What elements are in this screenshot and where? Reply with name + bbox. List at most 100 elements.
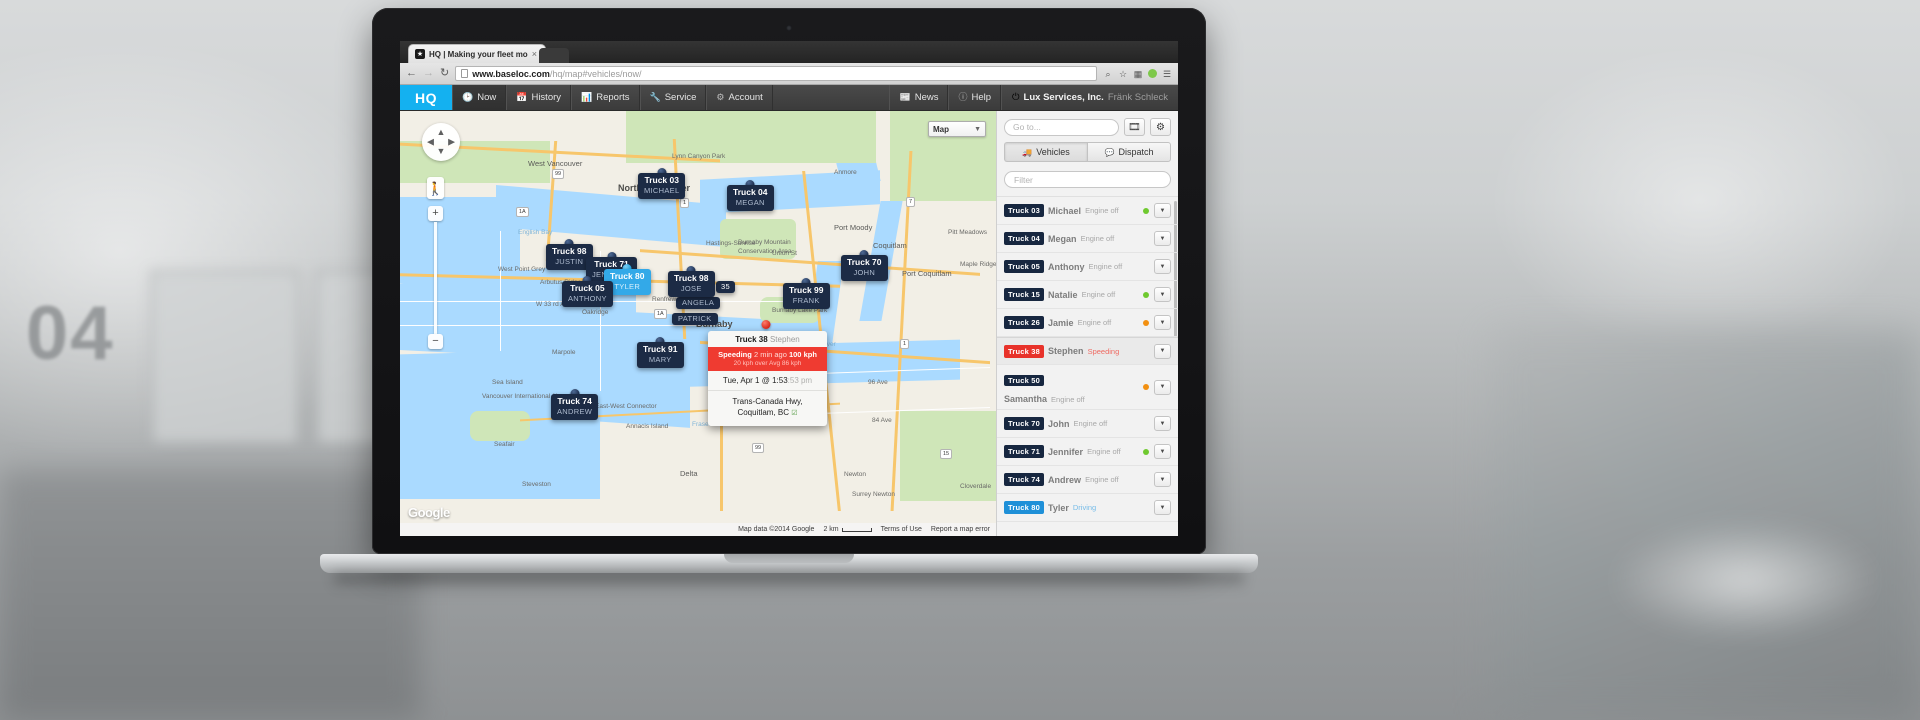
map-marker-truck-91[interactable]: Truck 91 MARY (637, 337, 684, 368)
marker-cluster-count[interactable]: 35 (716, 281, 735, 293)
vehicle-row-menu-button[interactable]: ▼ (1154, 315, 1171, 330)
popup-alert-label: Speeding (718, 350, 752, 359)
tab-dispatch[interactable]: 💬 Dispatch (1087, 142, 1171, 162)
popup-alert-detail: 20 kph over Avg 86 kph (733, 360, 802, 367)
forward-button[interactable]: → (423, 68, 434, 79)
map-type-label: Map (933, 124, 949, 134)
pan-up-icon[interactable]: ▲ (437, 128, 446, 137)
reload-button[interactable]: ↻ (440, 68, 449, 79)
vehicle-row-menu-button[interactable]: ▼ (1154, 500, 1171, 515)
vehicle-row[interactable]: Truck 74 Andrew Engine off ▼ (997, 466, 1178, 494)
filter-input[interactable]: Filter (1004, 171, 1171, 188)
vehicle-info-popup[interactable]: Truck 38 Stephen Speeding 2 min ago 100 … (708, 331, 827, 426)
apps-icon[interactable]: ▦ (1133, 69, 1143, 79)
back-button[interactable]: ← (406, 68, 417, 79)
nav-right-group: 📰 News ⓘ Help ⏻ Lux Services, Inc. Fränk… (889, 85, 1178, 110)
tab-close-icon[interactable]: × (532, 49, 537, 59)
pan-down-icon[interactable]: ▼ (437, 147, 446, 156)
marker-driver-name: JUSTIN (555, 257, 584, 266)
search-icon[interactable]: ⌕ (1103, 69, 1113, 79)
vehicle-row-menu-button[interactable]: ▼ (1154, 259, 1171, 274)
account-company: Lux Services, Inc. (1023, 92, 1104, 103)
vehicle-row[interactable]: Truck 04 Megan Engine off ▼ (997, 225, 1178, 253)
address-verified-icon: ☑ (791, 410, 798, 417)
map-marker-truck-04[interactable]: Truck 04 MEGAN (727, 180, 774, 211)
vehicle-row-menu-button[interactable]: ▼ (1154, 416, 1171, 431)
nav-item-service[interactable]: 🔧 Service (639, 85, 707, 110)
omnibar-icons: ⌕ ☆ ▦ ☰ (1103, 69, 1172, 79)
vehicle-row-menu-button[interactable]: ▼ (1154, 379, 1171, 395)
vehicle-row-menu-button[interactable]: ▼ (1154, 287, 1171, 302)
url-path: /hq/map#vehicles/now/ (549, 68, 642, 79)
nav-item-account[interactable]: ⚙ Account (706, 85, 773, 110)
vehicle-row[interactable]: Truck 26 Jamie Engine off ▼ (997, 309, 1178, 337)
vehicle-row-menu-button[interactable]: ▼ (1154, 231, 1171, 246)
map-marker-truck-70[interactable]: Truck 70 JOHN (841, 250, 888, 281)
map-view[interactable]: West VancouverNorth VancouverLynn Canyon… (400, 111, 996, 536)
goto-input[interactable]: Go to... (1004, 118, 1119, 136)
vehicle-list[interactable]: Truck 03 Michael Engine off ▼ Truck 04 Megan E… (997, 197, 1178, 536)
popup-date-suffix: :53 pm (787, 376, 813, 385)
app-logo[interactable]: HQ (400, 85, 452, 110)
marker-driver-name: ANTHONY (568, 294, 607, 303)
vehicle-row-main: Truck 80 Tyler Driving (1004, 501, 1149, 514)
vehicle-row[interactable]: Truck 71 Jennifer Engine off ▼ (997, 438, 1178, 466)
map-marker-truck-03[interactable]: Truck 03 MICHAEL (638, 168, 686, 199)
nav-item-reports[interactable]: 📊 Reports (571, 85, 640, 110)
pan-left-icon[interactable]: ◀ (427, 137, 434, 147)
map-marker-truck-74[interactable]: Truck 74 ANDREW (551, 389, 599, 420)
terms-of-use-link[interactable]: Terms of Use (881, 526, 922, 533)
nav-item-help[interactable]: ⓘ Help (948, 85, 1002, 110)
star-icon[interactable]: ☆ (1118, 69, 1128, 79)
account-menu[interactable]: ⏻ Lux Services, Inc. Fränk Schleck (1001, 85, 1178, 110)
marker-cluster-angela[interactable]: ANGELA (676, 297, 721, 309)
vehicle-row-menu-button[interactable]: ▼ (1154, 343, 1171, 359)
map-pan-control[interactable]: ▲ ▼ ◀ ▶ (422, 123, 460, 161)
settings-button[interactable]: ⚙ (1150, 118, 1171, 136)
zoom-in-button[interactable]: + (428, 206, 443, 221)
menu-icon[interactable]: ☰ (1162, 69, 1172, 79)
vehicle-row[interactable]: Truck 15 Natalie Engine off ▼ (997, 281, 1178, 309)
street-view-pegman-icon[interactable]: 🚶 (427, 177, 444, 199)
route-shield-icon: 1 (680, 198, 690, 208)
vehicle-row[interactable]: Truck 80 Tyler Driving ▼ (997, 494, 1178, 522)
vehicle-row-main: Truck 70 John Engine off (1004, 417, 1149, 430)
new-tab-button[interactable] (539, 48, 569, 63)
map-marker-truck-99[interactable]: Truck 99 FRANK (783, 278, 830, 309)
nav-item-history[interactable]: 📅 History (506, 85, 572, 110)
map-type-dropdown[interactable]: Map ▼ (928, 121, 986, 137)
marker-driver-name: TYLER (614, 282, 641, 291)
vehicle-driver-name: Andrew (1048, 474, 1082, 485)
nav-item-news[interactable]: 📰 News (889, 85, 949, 110)
vehicle-row[interactable]: Truck 03 Michael Engine off ▼ (997, 197, 1178, 225)
popup-address-line1: Trans-Canada Hwy, (732, 397, 803, 406)
vehicle-row-menu-button[interactable]: ▼ (1154, 444, 1171, 459)
vehicle-driver-name: Tyler (1048, 502, 1069, 513)
vehicle-row[interactable]: Truck 70 John Engine off ▼ (997, 410, 1178, 438)
map-marker-truck-05[interactable]: Truck 05 ANTHONY (562, 276, 613, 307)
marker-truck-id: Truck 74 (557, 396, 592, 406)
vehicle-row[interactable]: Truck 05 Anthony Engine off ▼ (997, 253, 1178, 281)
vehicle-row[interactable]: Truck 38 Stephen Speeding ▼ (997, 337, 1178, 365)
marker-cluster-patrick[interactable]: PATRICK (672, 313, 718, 325)
browser-tab[interactable]: ★ HQ | Making your fleet mo × (408, 44, 546, 63)
report-map-error-link[interactable]: Report a map error (931, 526, 990, 533)
tab-vehicles[interactable]: 🚚 Vehicles (1004, 142, 1087, 162)
address-bar[interactable]: www.baseloc.com/hq/map#vehicles/now/ (455, 66, 1097, 81)
marker-card: Truck 70 JOHN (841, 255, 888, 281)
vehicle-row-menu-button[interactable]: ▼ (1154, 203, 1171, 218)
zoom-out-button[interactable]: − (428, 334, 443, 349)
vehicle-row-menu-button[interactable]: ▼ (1154, 472, 1171, 487)
map-zoom-control[interactable]: + − (428, 206, 443, 349)
profile-avatar[interactable] (1148, 69, 1157, 78)
nav-item-now[interactable]: 🕑 Now (452, 85, 507, 110)
background-highlight (1610, 520, 1880, 640)
vehicle-status: Speeding (1087, 346, 1120, 356)
pan-right-icon[interactable]: ▶ (448, 137, 455, 147)
map-marker-truck-98-jose[interactable]: Truck 98 JOSE (668, 266, 715, 297)
vehicle-row[interactable]: Truck 50 Samantha Engine off ▼ (997, 365, 1178, 410)
popup-truck-id: Truck 38 (735, 335, 768, 344)
vehicle-driver-name: Megan (1048, 233, 1077, 244)
zoom-slider-track[interactable] (434, 222, 437, 334)
video-button[interactable]: 🎞 (1124, 118, 1145, 136)
